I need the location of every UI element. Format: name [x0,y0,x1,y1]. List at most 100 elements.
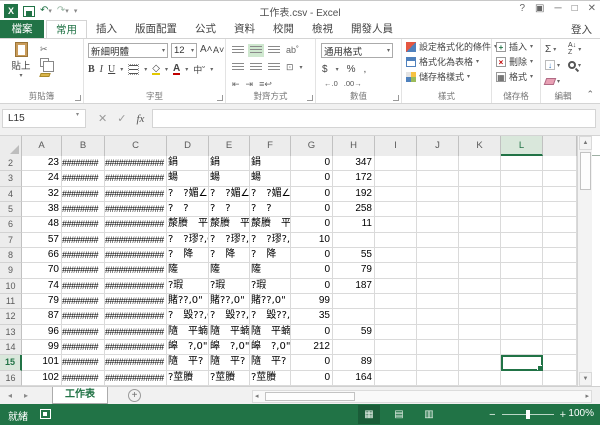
cell-K4[interactable] [459,187,501,202]
zoom-slider-thumb[interactable] [526,410,530,419]
cell-J15[interactable] [417,355,459,370]
row-header-2[interactable]: 2 [0,156,22,171]
cell-B12[interactable]: ######## [62,309,105,324]
align-center-icon[interactable] [250,63,262,72]
cell-H14[interactable] [333,340,375,355]
cell-F2[interactable]: 鋗 [250,156,291,171]
cell-E9[interactable]: 隓 [209,263,250,278]
cell-B8[interactable]: ######## [62,248,105,263]
cell-L15[interactable] [501,355,543,370]
cell-J11[interactable] [417,294,459,309]
cell-A14[interactable]: 99 [22,340,62,355]
cell-partial[interactable] [543,294,577,309]
cell-A12[interactable]: 87 [22,309,62,324]
close-icon[interactable]: ✕ [588,3,596,14]
cell-K9[interactable] [459,263,501,278]
column-header-F[interactable]: F [250,136,291,156]
wrap-text-icon[interactable]: ≡↩ [259,78,272,90]
align-bottom-icon[interactable] [268,46,280,55]
cell-partial[interactable] [543,325,577,340]
cell-F5[interactable]: ? ? [250,202,291,217]
cell-H9[interactable]: 79 [333,263,375,278]
cell-K16[interactable] [459,371,501,386]
cell-D2[interactable]: 鋗 [167,156,209,171]
cell-partial[interactable] [543,233,577,248]
cell-I13[interactable] [375,325,417,340]
zoom-in-icon[interactable]: + [560,409,566,421]
cell-K15[interactable] [459,355,501,370]
underline-button[interactable]: U [108,64,115,75]
cell-D4[interactable]: ? ?媚∠ [167,187,209,202]
cell-E14[interactable]: 皞 ?,0" [209,340,250,355]
font-dialog-launcher-icon[interactable] [217,95,223,101]
cell-partial[interactable] [543,263,577,278]
zoom-out-icon[interactable]: − [489,409,495,421]
row-header-10[interactable]: 10 [0,279,22,294]
cell-partial[interactable] [543,371,577,386]
number-dialog-launcher-icon[interactable] [393,95,399,101]
cell-F11[interactable]: 賭??,0" [250,294,291,309]
cell-A3[interactable]: 24 [22,171,62,186]
cell-G2[interactable]: 0 [291,156,333,171]
format-as-table-button[interactable]: 格式化為表格▾ [402,54,491,69]
new-sheet-icon[interactable]: + [128,389,141,402]
column-header-B[interactable]: B [62,136,105,156]
cell-H16[interactable]: 164 [333,371,375,386]
cell-D9[interactable]: 隓 [167,263,209,278]
cell-H13[interactable]: 59 [333,325,375,340]
italic-button[interactable]: I [100,64,103,75]
row-header-15[interactable]: 15 [0,355,22,370]
cell-L7[interactable] [501,233,543,248]
cell-D13[interactable]: 隨 平蝻 [167,325,209,340]
cell-L16[interactable] [501,371,543,386]
column-header-D[interactable]: D [167,136,209,156]
cell-G6[interactable]: 0 [291,217,333,232]
cell-B6[interactable]: ######## [62,217,105,232]
cell-G10[interactable]: 0 [291,279,333,294]
cell-D7[interactable]: ? ?璆?,C [167,233,209,248]
cell-A7[interactable]: 57 [22,233,62,248]
cell-G15[interactable]: 0 [291,355,333,370]
name-box[interactable]: L15 [2,109,86,128]
cell-D3[interactable]: 蝪 [167,171,209,186]
cell-partial[interactable] [543,248,577,263]
cell-I6[interactable] [375,217,417,232]
autosum-button[interactable]: Σ▾ [545,42,560,56]
row-header-8[interactable]: 8 [0,248,22,263]
cell-J8[interactable] [417,248,459,263]
cell-F8[interactable]: ? 降 [250,248,291,263]
shrink-font-icon[interactable]: A˅ [213,45,224,55]
cell-K11[interactable] [459,294,501,309]
cell-F4[interactable]: ? ?媚∠ [250,187,291,202]
page-break-view-icon[interactable]: ▥ [418,405,440,424]
cell-A13[interactable]: 96 [22,325,62,340]
collapse-ribbon-icon[interactable]: ⌃ [586,89,594,100]
cell-K6[interactable] [459,217,501,232]
cell-G7[interactable]: 10 [291,233,333,248]
cell-partial[interactable] [543,279,577,294]
cell-L5[interactable] [501,202,543,217]
paste-button[interactable]: 貼上 ▾ [6,42,36,79]
scroll-right-icon[interactable]: ▸ [585,392,589,402]
minimize-icon[interactable]: ─ [554,3,561,14]
cell-B16[interactable]: ######## [62,371,105,386]
cell-H12[interactable] [333,309,375,324]
cell-partial[interactable] [543,340,577,355]
cell-J2[interactable] [417,156,459,171]
cell-C13[interactable]: ############# [105,325,167,340]
cell-B13[interactable]: ######## [62,325,105,340]
zoom-slider[interactable] [502,414,554,415]
cell-K2[interactable] [459,156,501,171]
cell-C6[interactable]: ############# [105,217,167,232]
cell-I9[interactable] [375,263,417,278]
find-select-button[interactable]: ▾ [568,58,581,72]
cell-I12[interactable] [375,309,417,324]
font-color-icon[interactable]: A [173,64,180,75]
sort-filter-button[interactable]: A↓Z▾ [568,42,581,56]
column-header-L[interactable]: L [501,136,543,156]
cell-F7[interactable]: ? ?璆?,C [250,233,291,248]
cell-J3[interactable] [417,171,459,186]
row-header-14[interactable]: 14 [0,340,22,355]
increase-decimal-icon[interactable]: ←.0 [324,79,338,88]
decrease-indent-icon[interactable]: ⇤ [232,78,240,90]
